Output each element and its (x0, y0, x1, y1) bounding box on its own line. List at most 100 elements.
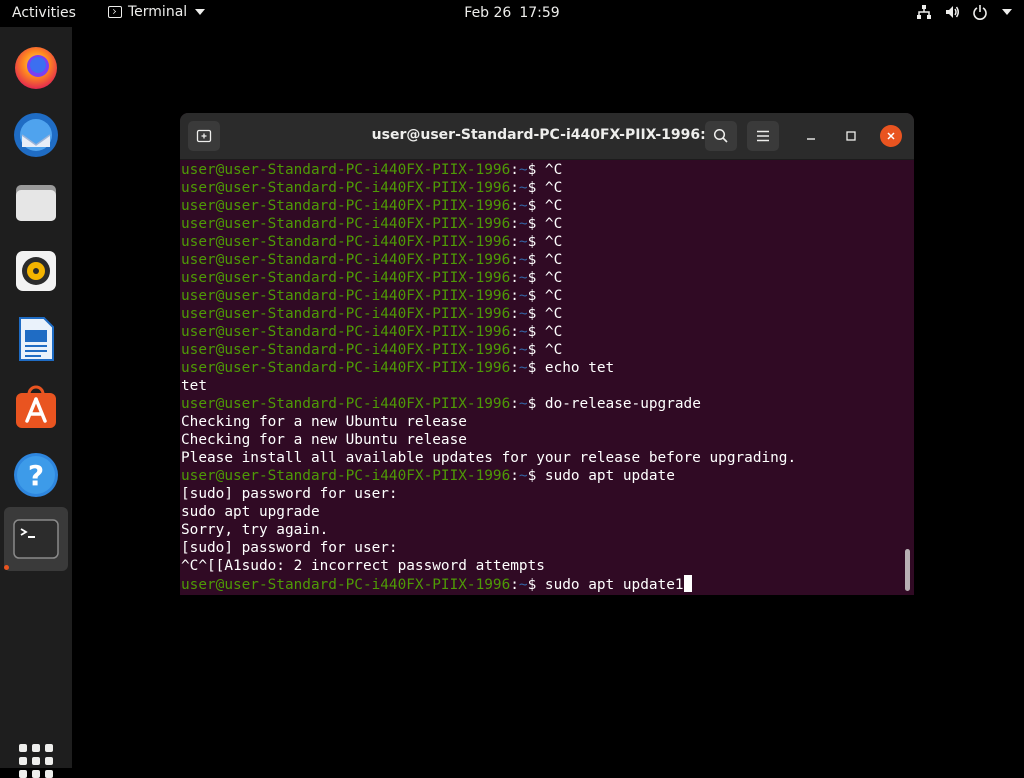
prompt-dollar: $ (527, 270, 545, 286)
prompt-line: user@user-Standard-PC-i440FX-PIIX-1996:~… (180, 233, 900, 251)
prompt-path: ~ (518, 180, 528, 196)
prompt-path: ~ (518, 577, 528, 593)
prompt-line: user@user-Standard-PC-i440FX-PIIX-1996:~… (180, 269, 900, 287)
dock-item-software[interactable] (4, 375, 68, 439)
prompt-path: ~ (518, 270, 528, 286)
prompt-user-host: user@user-Standard-PC-i440FX-PIIX-1996 (181, 468, 511, 484)
command-text: ^C (544, 324, 563, 340)
prompt-colon: : (510, 216, 519, 232)
chevron-down-icon[interactable] (1002, 9, 1012, 15)
prompt-line: user@user-Standard-PC-i440FX-PIIX-1996:~… (180, 179, 900, 197)
dock-item-writer[interactable] (4, 307, 68, 371)
prompt-user-host: user@user-Standard-PC-i440FX-PIIX-1996 (181, 577, 511, 593)
top-bar: Activities Terminal Feb 26 17:59 (0, 0, 1024, 27)
prompt-user-host: user@user-Standard-PC-i440FX-PIIX-1996 (181, 324, 511, 340)
prompt-line: user@user-Standard-PC-i440FX-PIIX-1996:~… (180, 161, 900, 179)
command-text: ^C (544, 198, 563, 214)
hamburger-icon (757, 130, 769, 142)
prompt-colon: : (510, 324, 519, 340)
minimize-button[interactable] (801, 126, 821, 146)
window-headerbar: user@user-Standard-PC-i440FX-PIIX-1996: … (180, 113, 914, 160)
prompt-path: ~ (518, 468, 528, 484)
prompt-path: ~ (518, 360, 528, 376)
dock-item-thunderbird[interactable] (4, 103, 68, 167)
volume-icon[interactable] (944, 4, 960, 20)
command-text: ^C (544, 270, 563, 286)
command-text: ^C (544, 342, 563, 358)
prompt-dollar: $ (527, 252, 545, 268)
command-text: ^C (544, 306, 563, 322)
command-text: ^C (544, 252, 563, 268)
command-text: ^C (544, 180, 563, 196)
maximize-button[interactable] (841, 126, 861, 146)
output-line: ^C^[[A1sudo: 2 incorrect password attemp… (181, 558, 545, 574)
dock-item-terminal[interactable] (4, 507, 68, 571)
prompt-line: user@user-Standard-PC-i440FX-PIIX-1996:~… (180, 395, 900, 413)
prompt-colon: : (510, 468, 519, 484)
command-text: sudo apt update (544, 468, 675, 484)
prompt-path: ~ (518, 198, 528, 214)
files-icon (16, 185, 56, 221)
prompt-line: user@user-Standard-PC-i440FX-PIIX-1996:~… (180, 305, 900, 323)
terminal-window: user@user-Standard-PC-i440FX-PIIX-1996: … (180, 113, 914, 595)
firefox-icon (15, 47, 57, 89)
prompt-colon: : (510, 234, 519, 250)
prompt-dollar: $ (527, 396, 545, 412)
prompt-user-host: user@user-Standard-PC-i440FX-PIIX-1996 (181, 342, 511, 358)
prompt-dollar: $ (527, 306, 545, 322)
command-text: ^C (544, 216, 563, 232)
dock-item-rhythmbox[interactable] (4, 239, 68, 303)
prompt-path: ~ (518, 306, 528, 322)
prompt-line: user@user-Standard-PC-i440FX-PIIX-1996:~… (180, 323, 900, 341)
thunderbird-icon (14, 113, 58, 157)
prompt-dollar: $ (527, 180, 545, 196)
prompt-user-host: user@user-Standard-PC-i440FX-PIIX-1996 (181, 360, 511, 376)
prompt-line: user@user-Standard-PC-i440FX-PIIX-1996:~… (180, 467, 900, 485)
clock[interactable]: Feb 26 17:59 (0, 5, 1024, 21)
text-cursor (683, 575, 692, 592)
dock-item-firefox[interactable] (4, 35, 68, 99)
output-line: tet (181, 378, 207, 394)
power-icon[interactable] (972, 4, 988, 20)
prompt-line: user@user-Standard-PC-i440FX-PIIX-1996:~… (180, 359, 900, 377)
menu-button[interactable] (747, 121, 779, 151)
maximize-icon (846, 131, 856, 141)
help-icon: ? (14, 453, 58, 497)
network-icon[interactable] (916, 4, 932, 20)
prompt-colon: : (510, 306, 519, 322)
prompt-line: user@user-Standard-PC-i440FX-PIIX-1996:~… (180, 251, 900, 269)
command-text: ^C (544, 162, 563, 178)
close-button[interactable] (880, 125, 902, 147)
prompt-path: ~ (518, 288, 528, 304)
prompt-colon: : (510, 198, 519, 214)
prompt-line: user@user-Standard-PC-i440FX-PIIX-1996:~… (180, 341, 900, 359)
libreoffice-writer-icon (19, 317, 54, 361)
output-line: [sudo] password for user: (181, 486, 398, 502)
command-text: do-release-upgrade (544, 396, 701, 412)
system-tray[interactable] (916, 4, 1012, 20)
prompt-user-host: user@user-Standard-PC-i440FX-PIIX-1996 (181, 162, 511, 178)
prompt-dollar: $ (527, 288, 545, 304)
prompt-user-host: user@user-Standard-PC-i440FX-PIIX-1996 (181, 306, 511, 322)
prompt-path: ~ (518, 396, 528, 412)
scrollbar[interactable] (905, 549, 910, 591)
prompt-line: user@user-Standard-PC-i440FX-PIIX-1996:~… (180, 287, 900, 305)
prompt-user-host: user@user-Standard-PC-i440FX-PIIX-1996 (181, 216, 511, 232)
prompt-colon: : (510, 577, 519, 593)
output-line: Sorry, try again. (181, 522, 329, 538)
dock-item-help[interactable]: ? (4, 443, 68, 507)
clock-time: 17:59 (519, 5, 560, 21)
dock-item-files[interactable] (4, 171, 68, 235)
prompt-user-host: user@user-Standard-PC-i440FX-PIIX-1996 (181, 234, 511, 250)
prompt-dollar: $ (527, 468, 545, 484)
command-text: echo tet (544, 360, 615, 376)
prompt-path: ~ (518, 216, 528, 232)
prompt-dollar: $ (527, 198, 545, 214)
prompt-user-host: user@user-Standard-PC-i440FX-PIIX-1996 (181, 288, 511, 304)
prompt-path: ~ (518, 324, 528, 340)
show-applications-icon[interactable] (19, 744, 53, 778)
close-icon (887, 132, 895, 140)
terminal-icon (13, 519, 59, 559)
terminal-output[interactable]: user@user-Standard-PC-i440FX-PIIX-1996:~… (180, 161, 900, 595)
search-button[interactable] (705, 121, 737, 151)
